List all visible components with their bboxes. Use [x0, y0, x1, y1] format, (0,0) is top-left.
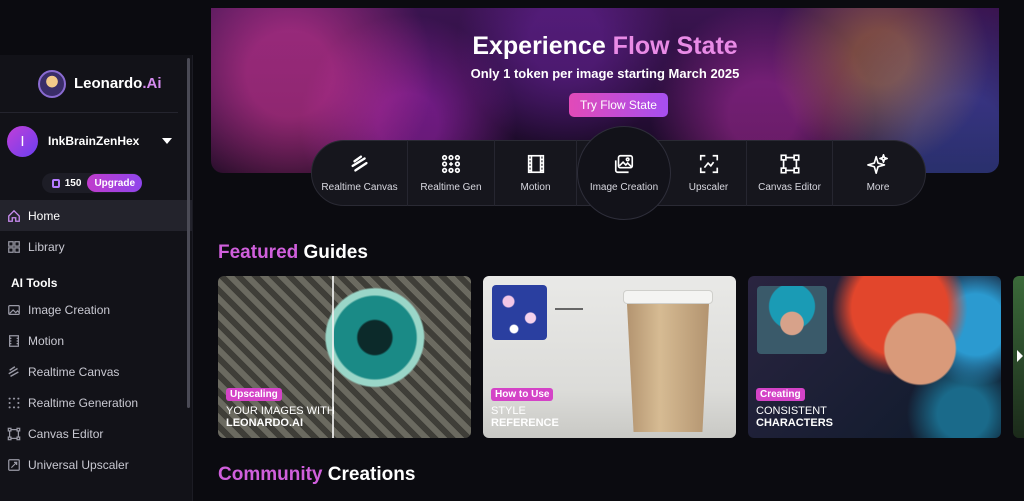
sidebar-item-image-creation[interactable]: Image Creation — [0, 294, 192, 325]
sidebar-item-label: Realtime Canvas — [28, 364, 120, 379]
frame-icon — [779, 154, 800, 174]
sidebar-item-realtime-generation[interactable]: Realtime Generation — [0, 387, 192, 418]
sidebar-item-home[interactable]: Home — [0, 200, 192, 231]
sidebar-item-library[interactable]: Library — [0, 231, 192, 262]
avatar: I — [7, 125, 38, 157]
arrow-icon — [555, 308, 583, 310]
sidebar-item-label: Home — [28, 208, 61, 223]
brush-icon — [350, 155, 368, 172]
guide-tag: Creating — [756, 388, 805, 401]
guide-card-upscaling[interactable]: Upscaling YOUR IMAGES WITH LEONARDO.AI — [218, 276, 471, 438]
film-icon — [7, 334, 21, 348]
tool-canvas-editor[interactable]: Canvas Editor — [747, 140, 833, 206]
grid-icon — [7, 240, 21, 254]
sidebar-item-universal-upscaler[interactable]: Universal Upscaler — [0, 449, 192, 480]
upgrade-button[interactable]: Upgrade — [87, 174, 142, 192]
tool-realtime-canvas[interactable]: Realtime Canvas — [312, 140, 408, 206]
community-creations-heading: Community Creations — [218, 464, 416, 485]
image-icon — [7, 303, 21, 317]
brand[interactable]: Leonardo.Ai — [0, 55, 178, 113]
tool-label: Upscaler — [688, 182, 729, 193]
tool-label: Realtime Canvas — [321, 182, 398, 193]
guide-card-label: Creating CONSISTENT CHARACTERS — [756, 384, 833, 429]
tool-image-creation[interactable]: Image Creation — [577, 126, 671, 220]
guides-carousel: Upscaling YOUR IMAGES WITH LEONARDO.AI H… — [218, 276, 1024, 438]
leonardo-logo-icon — [38, 69, 66, 98]
sidebar-item-label: Canvas Editor — [28, 426, 104, 441]
guide-card-label: Upscaling YOUR IMAGES WITH LEONARDO.AI — [226, 384, 335, 429]
tool-more[interactable]: More — [833, 140, 923, 206]
tool-realtime-gen[interactable]: Realtime Gen — [408, 140, 495, 206]
token-icon — [52, 178, 60, 188]
tool-motion[interactable]: Motion — [495, 140, 577, 206]
frame-icon — [7, 427, 21, 441]
guide-title-line1: CONSISTENT — [756, 405, 827, 417]
home-icon — [7, 209, 21, 223]
sidebar-item-label: Realtime Generation — [28, 395, 139, 410]
guide-tag: How to Use — [491, 388, 554, 401]
brush-icon — [7, 365, 21, 379]
sidebar-item-label: Image Creation — [28, 302, 111, 317]
upscale-icon — [699, 154, 718, 174]
sidebar-item-realtime-canvas[interactable]: Realtime Canvas — [0, 356, 192, 387]
guide-card-label: How to Use STYLE REFERENCE — [491, 384, 559, 429]
featured-guides-heading: Featured Guides — [218, 242, 368, 263]
ai-tools-heading: AI Tools — [11, 276, 58, 290]
tool-label: Canvas Editor — [758, 182, 821, 193]
user-menu[interactable]: I InkBrainZenHex — [0, 119, 192, 163]
guide-title-line2: REFERENCE — [491, 417, 559, 429]
sidebar-item-motion[interactable]: Motion — [0, 325, 192, 356]
coffee-cup — [627, 304, 709, 432]
try-flow-state-button[interactable]: Try Flow State — [569, 93, 668, 117]
guide-title-line1: YOUR IMAGES WITH — [226, 405, 335, 417]
sidebar-item-label: Universal Upscaler — [28, 457, 129, 472]
tool-label: Realtime Gen — [420, 182, 482, 193]
sparkle-icon — [867, 154, 888, 174]
sidebar-item-canvas-editor[interactable]: Canvas Editor — [0, 418, 192, 449]
sidebar-item-label: Motion — [28, 333, 65, 348]
tool-label: More — [866, 182, 890, 193]
cup-lid — [623, 290, 713, 304]
image-icon — [614, 154, 634, 174]
guide-title-line1: STYLE — [491, 405, 526, 417]
brand-name: Leonardo.Ai — [74, 75, 162, 92]
guide-title-line2: CHARACTERS — [756, 417, 833, 429]
sidebar: Leonardo.Ai I InkBrainZenHex 150 Upgrade… — [0, 55, 193, 501]
guide-title-line2: LEONARDO.AI — [226, 417, 303, 429]
tool-upscaler[interactable]: Upscaler — [671, 140, 747, 206]
guide-card-style-reference[interactable]: How to Use STYLE REFERENCE — [483, 276, 736, 438]
carousel-next-icon[interactable] — [1017, 350, 1023, 362]
sidebar-item-label: Library — [28, 239, 65, 254]
chevron-down-icon[interactable] — [162, 138, 172, 144]
pattern-swatch — [492, 285, 547, 340]
film-icon — [527, 154, 544, 174]
reference-portrait — [757, 286, 827, 354]
tool-label: Image Creation — [589, 182, 659, 193]
upscale-icon — [7, 458, 21, 472]
guide-card-consistent-characters[interactable]: Creating CONSISTENT CHARACTERS — [748, 276, 1001, 438]
sidebar-scrollbar[interactable] — [187, 58, 190, 408]
dots-grid-icon — [441, 154, 461, 174]
token-balance: 150 Upgrade — [42, 173, 142, 193]
tool-label: Motion — [520, 182, 551, 193]
tools-bar: Realtime Canvas Realtime Gen Motion Imag… — [311, 126, 926, 220]
username: InkBrainZenHex — [48, 134, 140, 148]
token-count: 150 — [64, 177, 82, 189]
guide-tag: Upscaling — [226, 388, 282, 401]
promo-subtitle: Only 1 token per image starting March 20… — [470, 66, 740, 81]
promo-title: Experience Flow State — [472, 32, 738, 60]
dots-grid-icon — [7, 396, 21, 410]
sidebar-nav: Home Library AI Tools Image Creation Mot… — [0, 200, 192, 480]
main-content: Experience Flow State Only 1 token per i… — [193, 0, 1024, 501]
